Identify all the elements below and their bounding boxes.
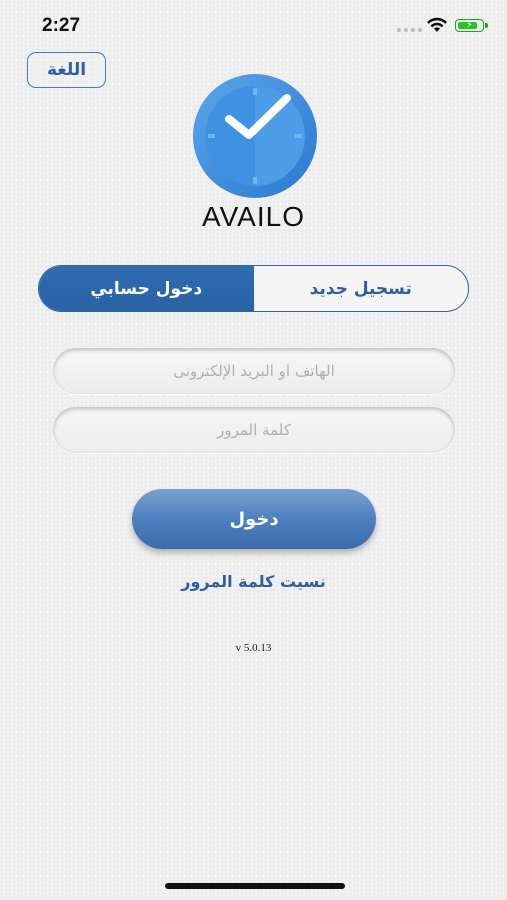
battery-icon: ⚡ <box>455 19 488 32</box>
status-time: 2:27 <box>42 15 81 36</box>
forgot-password-link[interactable]: نسيت كلمة المرور <box>0 572 507 591</box>
tab-register[interactable]: تسجيل جديد <box>254 266 469 311</box>
login-button[interactable]: دخول <box>132 489 376 549</box>
version-label: v 5.0.13 <box>235 642 272 654</box>
clock-icon <box>193 74 317 198</box>
phone-email-input[interactable] <box>53 348 455 394</box>
language-button[interactable]: اللغة <box>27 52 106 88</box>
auth-tabs: دخول حسابي تسجيل جديد <box>38 265 469 312</box>
app-name: AVAILO <box>201 201 305 232</box>
wifi-icon <box>427 17 447 32</box>
home-indicator <box>165 883 345 889</box>
tab-login[interactable]: دخول حسابي <box>39 266 254 311</box>
cellular-signal-icon <box>397 28 422 32</box>
status-bar: 2:27 ⚡ <box>0 0 507 52</box>
password-input[interactable] <box>53 407 455 453</box>
